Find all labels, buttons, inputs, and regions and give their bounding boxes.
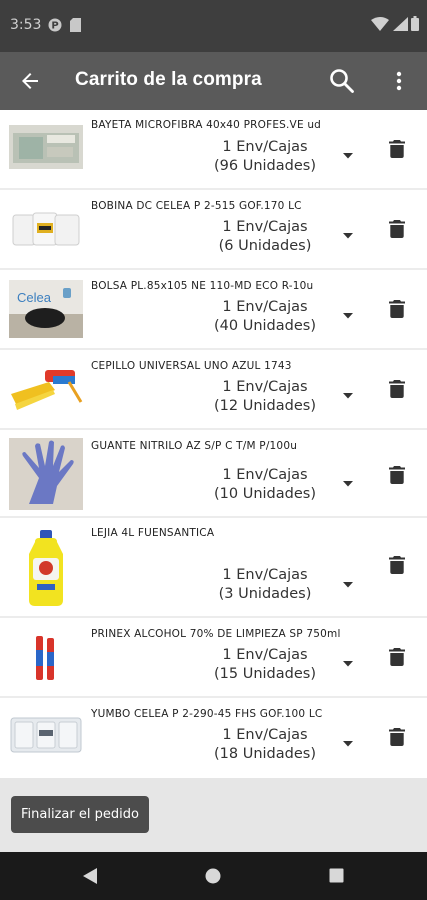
product-image bbox=[9, 714, 83, 756]
quantity-text: 1 Env/Cajas (15 Unidades) bbox=[195, 646, 335, 684]
quantity-text: 1 Env/Cajas (96 Unidades) bbox=[195, 138, 335, 176]
cart-item[interactable]: CEPILLO UNIVERSAL UNO AZUL 1743 1 Env/Ca… bbox=[0, 350, 427, 430]
page-title: Carrito de la compra bbox=[75, 69, 262, 90]
quantity-value: 1 Env/Cajas bbox=[222, 299, 308, 315]
nav-home-icon[interactable] bbox=[205, 868, 221, 884]
delete-icon[interactable] bbox=[389, 300, 405, 318]
delete-icon[interactable] bbox=[389, 648, 405, 666]
status-bar: 3:53 P bbox=[0, 0, 427, 52]
quantity-dropdown-icon[interactable] bbox=[343, 481, 353, 487]
footer: Finalizar el pedido bbox=[0, 778, 427, 852]
product-name: GUANTE NITRILO AZ S/P C T/M P/100u bbox=[91, 440, 298, 452]
quantity-text: 1 Env/Cajas (6 Unidades) bbox=[195, 218, 335, 256]
product-name: LEJIA 4L FUENSANTICA bbox=[91, 527, 215, 539]
quantity-text: 1 Env/Cajas (12 Unidades) bbox=[195, 378, 335, 416]
quantity-value: 1 Env/Cajas bbox=[222, 139, 308, 155]
app-bar: Carrito de la compra bbox=[0, 52, 427, 110]
cart-item[interactable]: YUMBO CELEA P 2-290-45 FHS GOF.100 LC 1 … bbox=[0, 698, 427, 780]
signal-icon bbox=[393, 17, 408, 31]
quantity-units: (6 Unidades) bbox=[218, 238, 312, 254]
product-name: CEPILLO UNIVERSAL UNO AZUL 1743 bbox=[91, 360, 292, 372]
product-name: BOLSA PL.85x105 NE 110-MD ECO R-10u bbox=[91, 280, 314, 292]
battery-icon bbox=[411, 16, 419, 31]
product-name: PRINEX ALCOHOL 70% DE LIMPIEZA SP 750ml bbox=[91, 628, 341, 640]
quantity-units: (10 Unidades) bbox=[214, 486, 316, 502]
bleach-bottle-image bbox=[9, 528, 83, 608]
product-name: BOBINA DC CELEA P 2-515 GOF.170 LC bbox=[91, 200, 302, 212]
brand-logo: Celea bbox=[17, 290, 52, 305]
cart-item[interactable]: Celea BOLSA PL.85x105 NE 110-MD ECO R-10… bbox=[0, 270, 427, 350]
quantity-dropdown-icon[interactable] bbox=[343, 233, 353, 239]
product-image: Celea bbox=[9, 280, 83, 338]
quantity-dropdown-icon[interactable] bbox=[343, 661, 353, 667]
notification-p-icon: P bbox=[48, 18, 62, 32]
finish-order-button[interactable]: Finalizar el pedido bbox=[11, 796, 149, 833]
quantity-units: (40 Unidades) bbox=[214, 318, 316, 334]
product-name: BAYETA MICROFIBRA 40x40 PROFES.VE ud bbox=[91, 119, 322, 131]
brooms-image bbox=[9, 364, 83, 414]
quantity-text: 1 Env/Cajas (18 Unidades) bbox=[195, 726, 335, 764]
product-image bbox=[9, 628, 83, 686]
quantity-value: 1 Env/Cajas bbox=[222, 647, 308, 663]
cart-item[interactable]: GUANTE NITRILO AZ S/P C T/M P/100u 1 Env… bbox=[0, 430, 427, 518]
quantity-dropdown-icon[interactable] bbox=[343, 153, 353, 159]
quantity-dropdown-icon[interactable] bbox=[343, 582, 353, 588]
paper-rolls-pack-image bbox=[9, 714, 83, 756]
delete-icon[interactable] bbox=[389, 556, 405, 574]
quantity-dropdown-icon[interactable] bbox=[343, 393, 353, 399]
quantity-dropdown-icon[interactable] bbox=[343, 313, 353, 319]
quantity-value: 1 Env/Cajas bbox=[222, 467, 308, 483]
product-image bbox=[9, 207, 83, 253]
status-time: 3:53 bbox=[10, 17, 42, 33]
quantity-units: (96 Unidades) bbox=[214, 158, 316, 174]
search-icon[interactable] bbox=[329, 68, 355, 94]
quantity-text: 1 Env/Cajas (10 Unidades) bbox=[195, 466, 335, 504]
quantity-units: (18 Unidades) bbox=[214, 746, 316, 762]
product-image bbox=[9, 528, 83, 608]
quantity-value: 1 Env/Cajas bbox=[222, 567, 308, 583]
delete-icon[interactable] bbox=[389, 728, 405, 746]
delete-icon[interactable] bbox=[389, 220, 405, 238]
quantity-text: 1 Env/Cajas (3 Unidades) bbox=[195, 566, 335, 604]
cart-item[interactable]: BAYETA MICROFIBRA 40x40 PROFES.VE ud 1 E… bbox=[0, 110, 427, 190]
nav-back-icon[interactable] bbox=[82, 867, 98, 885]
screen: 3:53 P Carrito de la compra BAYETA MICRO… bbox=[0, 0, 427, 900]
delete-icon[interactable] bbox=[389, 140, 405, 158]
more-vert-icon[interactable] bbox=[395, 71, 403, 91]
svg-text:P: P bbox=[51, 21, 58, 32]
cart-item[interactable]: PRINEX ALCOHOL 70% DE LIMPIEZA SP 750ml … bbox=[0, 618, 427, 698]
system-nav-bar bbox=[0, 852, 427, 900]
quantity-dropdown-icon[interactable] bbox=[343, 741, 353, 747]
wifi-icon bbox=[371, 17, 389, 31]
sd-card-icon bbox=[70, 18, 81, 32]
cart-list: BAYETA MICROFIBRA 40x40 PROFES.VE ud 1 E… bbox=[0, 110, 427, 780]
product-image bbox=[9, 125, 83, 169]
arrow-back-icon[interactable] bbox=[20, 71, 40, 91]
cart-item[interactable]: BOBINA DC CELEA P 2-515 GOF.170 LC 1 Env… bbox=[0, 190, 427, 270]
delete-icon[interactable] bbox=[389, 466, 405, 484]
nav-recents-icon[interactable] bbox=[329, 868, 344, 883]
quantity-value: 1 Env/Cajas bbox=[222, 727, 308, 743]
product-image bbox=[9, 438, 83, 510]
trash-bags-image: Celea bbox=[9, 280, 83, 338]
quantity-units: (15 Unidades) bbox=[214, 666, 316, 682]
product-name: YUMBO CELEA P 2-290-45 FHS GOF.100 LC bbox=[91, 708, 323, 720]
quantity-units: (3 Unidades) bbox=[218, 586, 312, 602]
quantity-value: 1 Env/Cajas bbox=[222, 379, 308, 395]
glove-image bbox=[9, 438, 83, 510]
quantity-text: 1 Env/Cajas (40 Unidades) bbox=[195, 298, 335, 336]
alcohol-bottles-image bbox=[9, 628, 83, 686]
delete-icon[interactable] bbox=[389, 380, 405, 398]
cart-item[interactable]: LEJIA 4L FUENSANTICA 1 Env/Cajas (3 Unid… bbox=[0, 518, 427, 618]
paper-rolls-image bbox=[9, 207, 83, 253]
quantity-value: 1 Env/Cajas bbox=[222, 219, 308, 235]
product-image bbox=[9, 364, 83, 414]
cloth-pack-image bbox=[9, 125, 83, 169]
quantity-units: (12 Unidades) bbox=[214, 398, 316, 414]
